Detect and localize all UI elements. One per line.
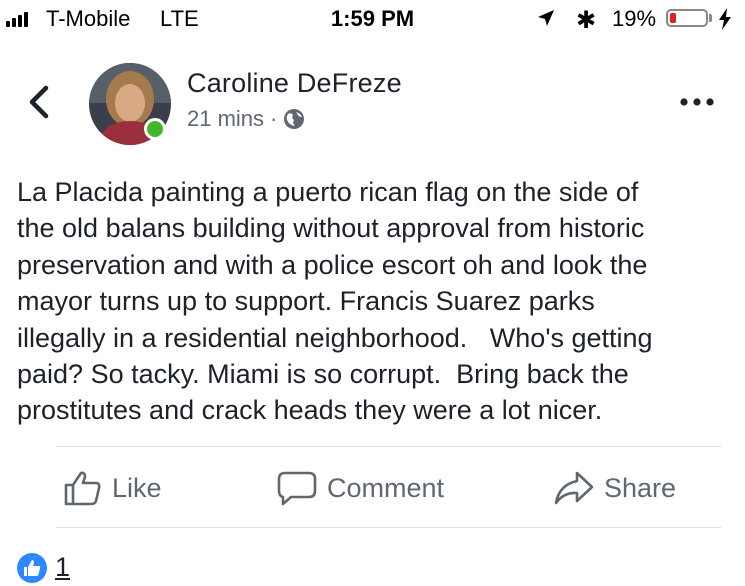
share-arrow-icon [554,471,594,505]
share-button[interactable]: Share [554,468,676,508]
divider-bottom [56,527,721,528]
like-button[interactable]: Like [64,468,162,508]
bluetooth-icon: ✱ [576,7,597,34]
globe-icon [284,109,305,129]
author-name[interactable]: Caroline DeFreze [187,68,402,99]
divider-top [56,446,721,447]
online-status-indicator [144,118,166,140]
location-arrow-icon [538,10,554,26]
reactions-summary[interactable]: 1 [17,552,70,583]
post-timestamp[interactable]: 21 mins [187,106,264,132]
battery-cap [709,14,712,22]
reaction-count[interactable]: 1 [55,552,70,583]
battery-level [670,13,677,23]
more-options-button[interactable] [677,95,717,109]
more-dots-icon [680,98,714,106]
status-bar: T-Mobile LTE 1:59 PM ✱ 19% [0,0,745,40]
battery-icon [666,9,708,27]
share-label: Share [604,472,677,503]
post-meta: 21 mins · [187,106,305,132]
post-text: La Placida painting a puerto rican flag … [17,177,653,426]
back-button[interactable] [22,82,58,122]
comment-button[interactable]: Comment [277,468,444,508]
comment-label: Comment [327,472,445,503]
charging-bolt-icon [719,8,731,30]
battery-percentage: 19% [612,6,657,31]
meta-separator: · [270,106,278,131]
chevron-left-icon [29,85,49,119]
like-label: Like [112,472,162,503]
like-reaction-badge [17,552,47,583]
comment-bubble-icon [277,471,317,506]
thumbs-up-icon [24,559,41,576]
thumbs-up-outline-icon [64,471,101,506]
